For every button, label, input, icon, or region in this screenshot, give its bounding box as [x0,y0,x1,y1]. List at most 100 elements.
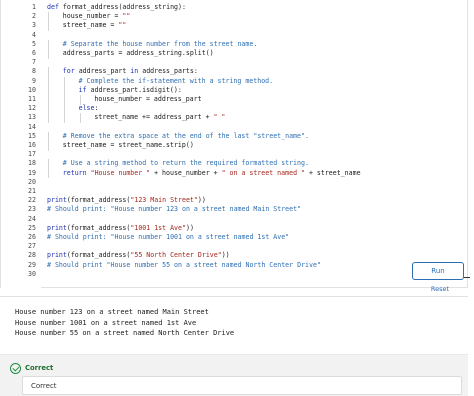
indent-guide [48,49,49,59]
run-button[interactable]: Run [412,262,464,280]
code-line[interactable]: 3 street_name = "" [1,21,469,31]
code-text[interactable]: house_number = address_part [94,95,201,105]
code-text[interactable]: # Remove the extra space at the end of t… [63,132,309,142]
code-text[interactable]: address_parts = address_string.split() [63,49,214,59]
code-line[interactable]: 13 street_name += address_part + " " [1,113,469,123]
line-number: 17 [28,150,36,159]
indent-guide [48,113,49,123]
line-number: 30 [28,269,36,278]
code-text[interactable]: house_number = "" [63,12,131,22]
code-line[interactable]: 12 else: [1,104,469,114]
indent-guide [48,104,49,114]
output-panel: House number 123 on a street named Main … [0,296,468,348]
indent-guide [48,21,49,31]
code-text[interactable]: print(format_address("1001 1st Ave")) [47,224,194,234]
output-line: House number 55 on a street named North … [15,329,235,337]
line-number: 26 [28,233,36,241]
code-token: " on a street named " [221,168,305,177]
code-line[interactable]: 17 [1,150,469,160]
code-token: : [94,104,99,113]
code-text[interactable]: print(format_address("55 North Center Dr… [47,251,230,261]
code-token: (format_address( [66,196,131,205]
code-line[interactable]: 16 street_name = street_name.strip() [1,141,469,151]
code-line[interactable]: 11 house_number = address_part [1,95,469,105]
code-token: (format_address( [66,251,131,260]
code-text[interactable]: # Should print: "House number 1001 on a … [47,233,289,243]
code-text[interactable]: for address_part in address_parts: [63,67,198,77]
code-token: street_name = street_name.strip() [62,141,194,149]
code-line[interactable]: 24 [1,215,469,225]
line-number: 7 [32,58,36,67]
code-line[interactable]: 30 [1,270,469,280]
code-token: format_address(address_string): [62,3,186,11]
code-line[interactable]: 18 # Use a string method to return the re… [1,159,469,169]
line-number: 20 [28,177,36,186]
code-token: # Should print: "House number 1001 on a … [47,233,290,241]
code-line[interactable]: 25 print(format_address("1001 1st Ave")) [1,224,469,234]
code-line[interactable]: 5 # Separate the house number from the st… [1,39,469,50]
code-token: if [78,85,91,94]
line-number: 23 [28,205,36,214]
code-line[interactable]: 26 # Should print: "House number 1001 on … [1,233,469,243]
indent-guide [48,85,49,96]
code-line[interactable]: 6 address_parts = address_string.split() [1,49,469,59]
code-text[interactable]: # Use a string method to return the requ… [63,159,309,169]
code-text[interactable]: street_name += address_part + " " [94,113,225,123]
code-token: in [130,67,143,76]
code-token: # Should print "House number 55 on a str… [47,260,321,269]
line-number: 21 [28,187,36,195]
code-line[interactable]: 10 if address_part.isdigit(): [1,85,469,96]
code-line[interactable]: 23 # Should print: "House number 123 on a… [1,205,469,215]
indent-guide [48,141,49,151]
code-line[interactable]: 7 [1,58,469,68]
code-token: # Separate the house number from the str… [62,39,258,48]
code-line[interactable]: 2 house_number = "" [1,12,469,22]
code-line[interactable]: 19 return "House number " + house_number … [1,168,469,179]
code-line[interactable]: 22 print(format_address("123 Main Street"… [1,196,469,206]
line-number: 13 [28,113,36,122]
code-token: # Use a string method to return the requ… [62,159,309,168]
code-text[interactable]: # Separate the house number from the str… [63,40,258,50]
code-editor[interactable]: 1 def format_address(address_string): 2 hou… [0,0,468,288]
code-line[interactable]: 9 # Complete the if-statement with a stri… [1,76,469,87]
code-text[interactable]: # Complete the if-statement with a strin… [79,77,274,87]
output-line: House number 1001 on a street named 1st … [15,318,197,327]
code-text[interactable]: def format_address(address_string): [47,3,186,13]
line-number: 2 [32,12,36,21]
code-line[interactable]: 21 [1,187,469,197]
code-line[interactable]: 1 def format_address(address_string): [1,3,469,13]
code-token: for [62,67,79,76]
code-token: # Remove the extra space at the end of t… [62,131,309,140]
line-number: 14 [28,122,36,131]
code-line[interactable]: 20 [1,178,469,188]
code-token: address_part [78,67,131,76]
code-text[interactable]: street_name = "" [63,21,127,31]
code-text[interactable]: return "House number " + house_number + … [63,169,361,179]
code-line[interactable]: 29 # Should print "House number 55 on a s… [1,261,469,271]
line-number: 10 [28,85,36,94]
code-text[interactable]: # Should print: "House number 123 on a s… [47,205,301,215]
feedback-box: Correct [22,376,462,395]
code-line[interactable]: 28 print(format_address("55 North Center … [1,251,469,261]
code-line[interactable]: 14 [1,123,469,133]
code-line[interactable]: 27 [1,242,469,252]
code-text[interactable]: street_name = street_name.strip() [63,141,194,151]
code-text[interactable]: print(format_address("123 Main Street")) [47,196,206,206]
indent-guide [63,95,65,105]
code-line[interactable]: 4 [1,31,469,41]
indent-guide [48,95,49,105]
code-token: return [62,168,91,177]
code-token: house_number = [62,12,123,21]
code-token: address_part.isdigit(): [90,85,182,94]
code-text[interactable]: else: [79,104,99,114]
line-number: 6 [32,49,36,57]
code-text[interactable]: # Should print "House number 55 on a str… [47,261,321,271]
line-number: 8 [32,67,36,76]
code-line[interactable]: 8 for address_part in address_parts: [1,67,469,77]
code-text[interactable]: if address_part.isdigit(): [79,86,182,96]
line-number: 1 [32,3,36,11]
code-line[interactable]: 15 # Remove the extra space at the end of… [1,131,469,142]
reset-button[interactable]: Reset [420,284,460,294]
indent-guide [48,12,49,22]
code-token: "55 North Center Drive" [130,251,222,260]
